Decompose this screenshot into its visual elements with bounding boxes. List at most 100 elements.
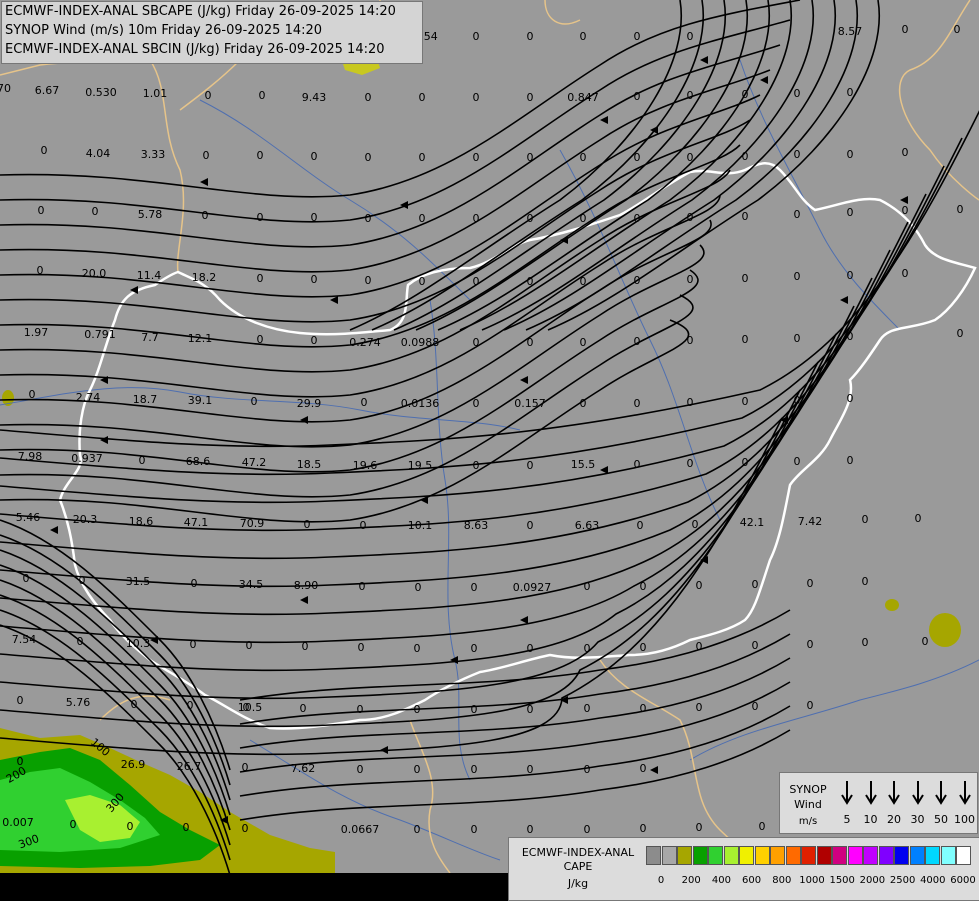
station-value: 0 [300, 702, 307, 715]
station-value: 0 [687, 396, 694, 409]
cape-legend-label: 2000 [860, 875, 885, 886]
station-value: 0.157 [514, 397, 546, 410]
station-value: 0 [847, 206, 854, 219]
streamline-arrowhead [520, 616, 528, 624]
station-value: 0.847 [567, 91, 599, 104]
station-value: 0 [302, 640, 309, 653]
station-value: 0 [584, 642, 591, 655]
station-value: 0 [580, 397, 587, 410]
station-value: 0 [246, 639, 253, 652]
streamline [0, 95, 760, 297]
station-value: 8.63 [464, 519, 489, 532]
station-value: 7.42 [798, 515, 823, 528]
station-value: 19.6 [353, 459, 378, 472]
station-value: 0 [807, 699, 814, 712]
title-sbcin: ECMWF-INDEX-ANAL SBCIN (J/kg) Friday 26-… [2, 40, 422, 59]
cape-legend-swatch [786, 846, 801, 865]
cape-legend-swatch [894, 846, 909, 865]
streamline-arrowhead [650, 766, 658, 774]
station-value: 0 [304, 518, 311, 531]
station-value: 0.0927 [513, 581, 552, 594]
station-value: 0 [640, 702, 647, 715]
station-value: 0 [862, 513, 869, 526]
station-value: 0 [807, 577, 814, 590]
station-value: 0 [127, 820, 134, 833]
station-value: 0 [580, 212, 587, 225]
station-value: 0 [902, 267, 909, 280]
station-value: 26.9 [121, 758, 146, 771]
station-value: 5.78 [138, 208, 163, 221]
station-value: 0 [419, 212, 426, 225]
station-value: 0 [794, 332, 801, 345]
station-value: 10.3 [126, 637, 151, 650]
station-value: 0 [79, 574, 86, 587]
station-value: 0 [696, 579, 703, 592]
streamline [548, 0, 879, 330]
station-value: 7.7 [141, 331, 159, 344]
station-value: 26.7 [177, 760, 202, 773]
station-value: 0 [365, 91, 372, 104]
station-value: 0 [257, 211, 264, 224]
station-value: 0 [847, 330, 854, 343]
cape-legend-label: 600 [742, 875, 761, 886]
cape-legend-units: J/kg [512, 877, 644, 891]
station-value: 0 [311, 150, 318, 163]
station-value: 0 [696, 821, 703, 834]
station-value: 0 [902, 23, 909, 36]
streamline-arrowhead [380, 746, 388, 754]
station-value: 0 [92, 205, 99, 218]
map-title-box: ECMWF-INDEX-ANAL SBCAPE (J/kg) Friday 26… [1, 1, 423, 64]
cape-legend-label: 1500 [829, 875, 854, 886]
station-value: 0.0667 [341, 823, 380, 836]
station-value: 0 [311, 211, 318, 224]
station-value: 0 [257, 272, 264, 285]
station-value: 0 [847, 269, 854, 282]
station-value: 18.2 [192, 271, 217, 284]
station-value: 0 [17, 694, 24, 707]
station-value: 18.5 [297, 458, 322, 471]
station-value: 2.74 [76, 391, 101, 404]
station-value: 0 [687, 457, 694, 470]
station-value: 0 [527, 642, 534, 655]
station-value: 0 [794, 148, 801, 161]
station-value: 0 [922, 635, 929, 648]
streamline [0, 306, 854, 642]
station-value: 0 [752, 578, 759, 591]
cape-legend-swatch [677, 846, 692, 865]
station-value: 0 [794, 394, 801, 407]
station-value: 0 [687, 30, 694, 43]
station-value: 0 [742, 88, 749, 101]
station-value: 0 [752, 700, 759, 713]
station-value: 0 [640, 762, 647, 775]
map-layers: 706.670.5301.01009.4300000.847000000.654… [0, 0, 979, 900]
title-sbcape: ECMWF-INDEX-ANAL SBCAPE (J/kg) Friday 26… [2, 2, 422, 21]
cape-legend-label: 1000 [799, 875, 824, 886]
station-value: 0 [473, 459, 480, 472]
station-value: 0 [580, 151, 587, 164]
station-value: 0 [131, 698, 138, 711]
cape-legend-title-1: ECMWF-INDEX-ANAL [512, 846, 644, 860]
station-value: 0 [357, 763, 364, 776]
station-value: 0 [527, 336, 534, 349]
station-value: 0 [419, 275, 426, 288]
station-value: 47.2 [242, 456, 267, 469]
station-value: 0 [847, 392, 854, 405]
streamline-arrowhead [700, 56, 708, 64]
station-value: 9.43 [302, 91, 327, 104]
cape-legend-swatch [724, 846, 739, 865]
station-value: 1.97 [24, 326, 49, 339]
station-value: 5.76 [66, 696, 91, 709]
station-value: 0 [902, 204, 909, 217]
station-value: 0 [38, 204, 45, 217]
station-value: 0 [242, 761, 249, 774]
station-value: 0 [862, 636, 869, 649]
station-value: 6.63 [575, 519, 600, 532]
station-value: 0 [187, 699, 194, 712]
streamline-arrowhead [300, 596, 308, 604]
station-value: 0 [634, 274, 641, 287]
station-value: 0 [687, 89, 694, 102]
cape-legend-swatch [801, 846, 816, 865]
cape-legend: ECMWF-INDEX-ANAL CAPE J/kg 0200400600800… [508, 837, 979, 901]
station-value: 8.90 [294, 579, 319, 592]
map-canvas[interactable]: 706.670.5301.01009.4300000.847000000.654… [0, 0, 979, 900]
